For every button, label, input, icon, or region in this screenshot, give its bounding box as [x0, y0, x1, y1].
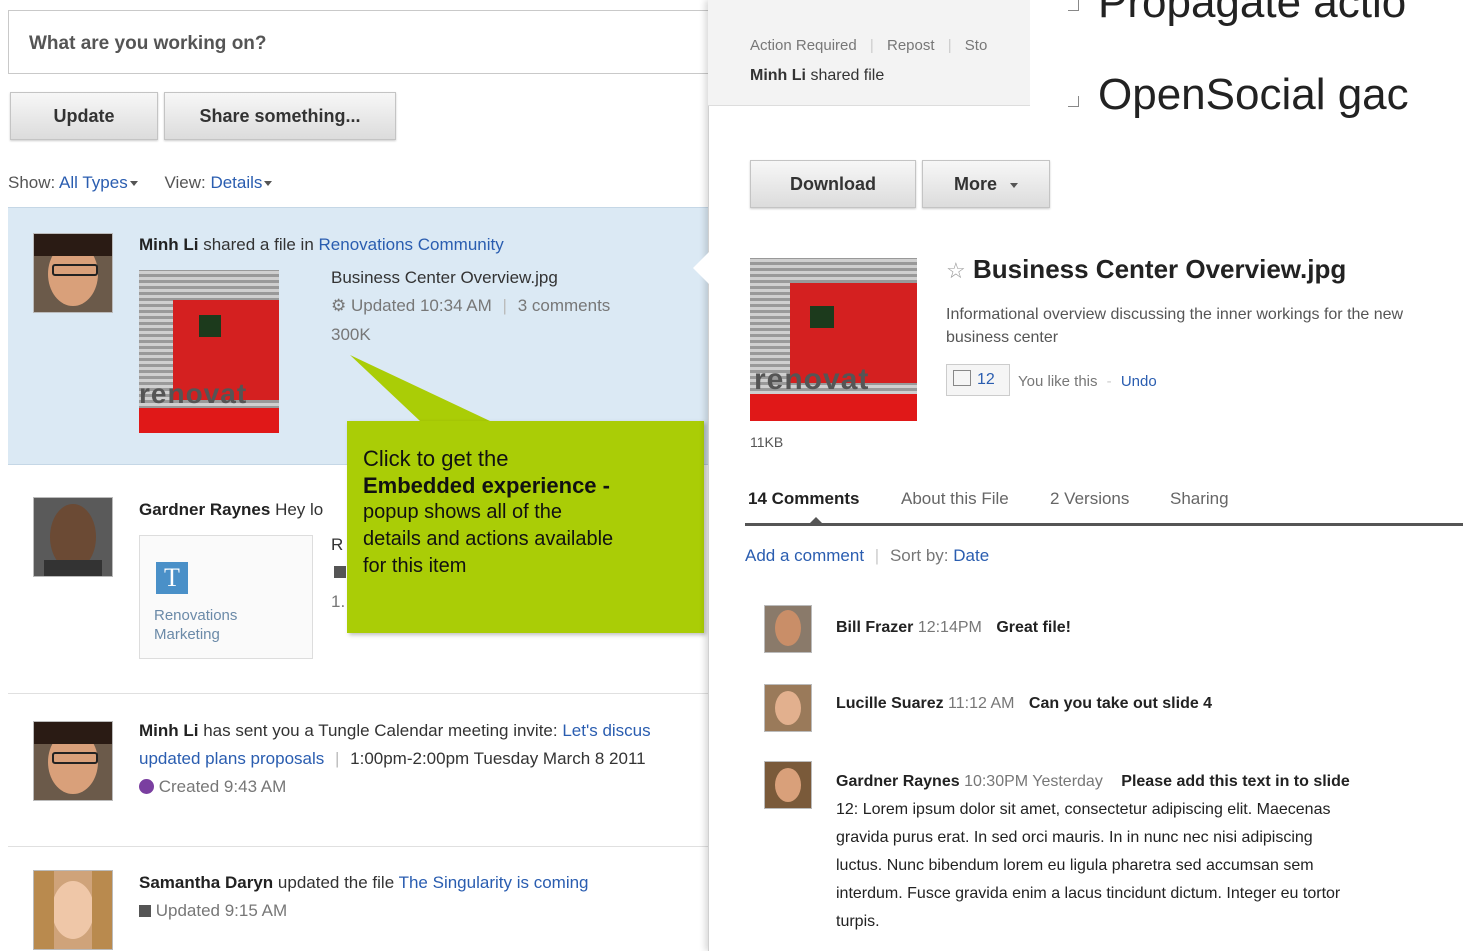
feed-filter: Show: All Types View: Details: [8, 173, 276, 193]
comment-controls: Add a comment | Sort by: Date: [745, 546, 990, 565]
more-button[interactable]: More: [922, 160, 1050, 208]
feed-item-3-header: Minh Li has sent you a Tungle Calendar m…: [139, 721, 651, 740]
like-status: You like this - Undo: [1018, 373, 1157, 390]
bullet-icon: [1068, 0, 1079, 11]
avatar: [33, 721, 113, 801]
slide-bullet-1: Propagate actio: [1098, 0, 1407, 27]
feed-item-2-title-fragment[interactable]: R: [331, 535, 343, 555]
show-type-dropdown[interactable]: All Types: [59, 173, 138, 192]
bullet-icon: [1068, 96, 1079, 107]
undo-link[interactable]: Undo: [1121, 373, 1157, 390]
file-thumbnail[interactable]: renovat: [139, 270, 279, 433]
view-dropdown[interactable]: Details: [210, 173, 273, 192]
file-size: 300K: [331, 325, 371, 344]
status-input[interactable]: What are you working on?: [8, 10, 714, 74]
panel-pointer: [693, 250, 711, 286]
author-name[interactable]: Minh Li: [139, 721, 198, 740]
community-card-name: Renovations Marketing: [154, 607, 238, 643]
file-description: Informational overview discussing the in…: [946, 306, 1404, 346]
feed-item-3-created: Created 9:43 AM: [139, 777, 286, 797]
comment-2: Lucille Suarez 11:12 AM Can you take out…: [836, 695, 1213, 712]
avatar: [764, 684, 812, 732]
tabs-underline: [745, 523, 1463, 526]
file-title: ☆ Business Center Overview.jpg: [946, 254, 1347, 284]
tab-sharing[interactable]: Sharing: [1170, 489, 1229, 509]
tungle-icon: [139, 779, 154, 794]
repost-link[interactable]: Repost: [887, 37, 935, 54]
file-icon: [334, 566, 346, 578]
avatar: [764, 605, 812, 653]
author-name[interactable]: Samantha Daryn: [139, 873, 273, 892]
file-preview[interactable]: renovat: [750, 258, 917, 421]
comment-author[interactable]: Gardner Raynes: [836, 773, 960, 790]
download-button[interactable]: Download: [750, 160, 916, 208]
action-required-link[interactable]: Action Required: [750, 37, 857, 54]
share-something-button[interactable]: Share something...: [164, 92, 396, 140]
preview-size: 11KB: [750, 434, 784, 450]
add-comment-link[interactable]: Add a comment: [745, 546, 864, 565]
avatar: [33, 497, 113, 577]
feed-item-1-header: Minh Li shared a file in Renovations Com…: [139, 235, 504, 254]
community-link[interactable]: Renovations Community: [319, 235, 504, 254]
avatar: [33, 233, 113, 313]
avatar: [764, 761, 812, 809]
view-label: View:: [164, 173, 206, 192]
panel-action-links: Action Required | Repost | Sto: [750, 37, 988, 54]
chevron-down-icon: [264, 181, 273, 187]
divider: [8, 693, 708, 694]
feed-item-2-header: Gardner Raynes Hey lo: [139, 500, 324, 519]
update-button[interactable]: Update: [10, 92, 158, 140]
file-link[interactable]: The Singularity is coming: [399, 873, 589, 892]
comment-author[interactable]: Bill Frazer: [836, 619, 913, 636]
file-icon: ⚙: [331, 296, 347, 315]
tab-about[interactable]: About this File: [901, 489, 1009, 509]
like-icon: [953, 370, 971, 386]
meeting-link-cont[interactable]: updated plans proposals: [139, 749, 324, 768]
avatar: [33, 870, 113, 950]
stop-following-link[interactable]: Sto: [965, 37, 988, 54]
sort-date-link[interactable]: Date: [953, 546, 989, 565]
community-card[interactable]: T Renovations Marketing: [139, 535, 313, 659]
active-tab-indicator: [808, 517, 824, 525]
callout-annotation: Click to get the Embedded experience - p…: [347, 421, 704, 633]
panel-title-line: Minh Li shared file: [750, 67, 885, 84]
slide-bullet-2: OpenSocial gac: [1098, 70, 1409, 119]
comments-link[interactable]: 3 comments: [518, 296, 611, 315]
tab-versions[interactable]: 2 Versions: [1050, 489, 1129, 509]
file-link[interactable]: Business Center Overview.jpg: [331, 268, 558, 288]
feed-item-4-updated: Updated 9:15 AM: [139, 901, 287, 921]
feed-item-3-line2: updated plans proposals | 1:00pm-2:00pm …: [139, 749, 646, 768]
comment-1: Bill Frazer 12:14PM Great file!: [836, 619, 1071, 636]
chevron-down-icon: [129, 181, 138, 187]
file-meta: ⚙ Updated 10:34 AM | 3 comments: [331, 296, 611, 315]
feed-item-2-size-fragment: 1.: [331, 592, 346, 611]
star-icon[interactable]: ☆: [946, 258, 966, 283]
author-name[interactable]: Gardner Raynes: [139, 500, 270, 519]
feed-item-4-header: Samantha Daryn updated the file The Sing…: [139, 873, 589, 892]
show-label: Show:: [8, 173, 56, 192]
chevron-down-icon: [1010, 182, 1019, 188]
meeting-link[interactable]: Let's discus: [562, 721, 650, 740]
like-button[interactable]: 12: [946, 364, 1010, 396]
author-name[interactable]: Minh Li: [139, 235, 198, 254]
comment-3: Gardner Raynes 10:30PM Yesterday Please …: [836, 773, 1350, 930]
community-logo-icon: T: [156, 562, 188, 594]
divider: [8, 846, 708, 847]
file-icon: [139, 905, 151, 917]
tab-comments[interactable]: 14 Comments: [748, 489, 859, 509]
callout-pointer: [350, 355, 490, 421]
comment-author[interactable]: Lucille Suarez: [836, 695, 944, 712]
